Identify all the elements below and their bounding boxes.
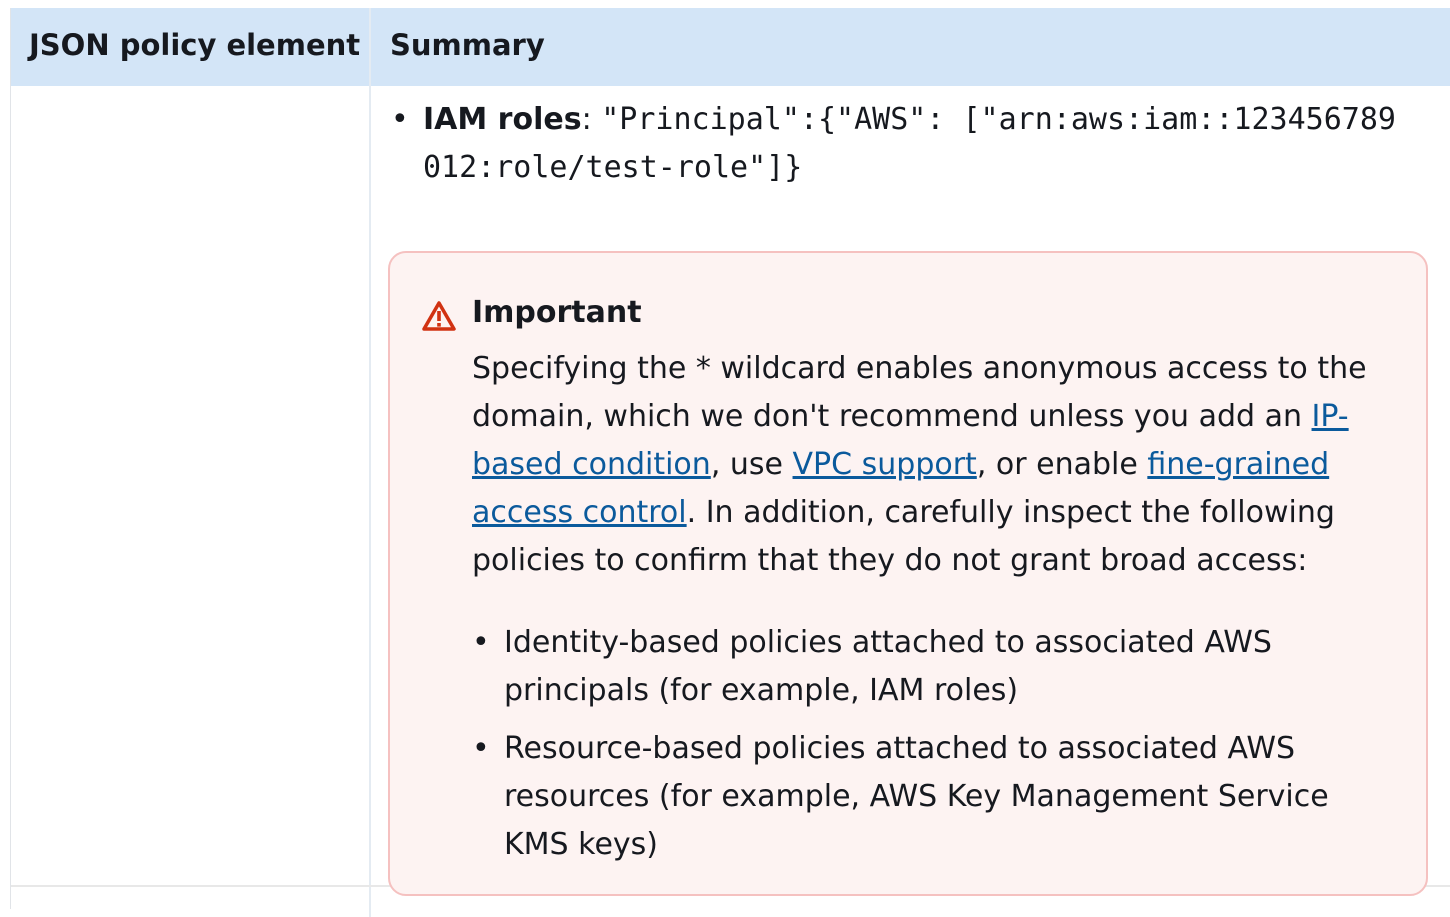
alert-text-3: , or enable bbox=[976, 447, 1148, 482]
column-divider bbox=[369, 8, 371, 917]
bullet-label: IAM roles bbox=[423, 102, 582, 137]
table-header: JSON policy element Summary bbox=[11, 8, 1450, 86]
list-item: • Resource-based policies attached to ass… bbox=[472, 725, 1402, 869]
alert-body: Specifying the * wildcard enables anonym… bbox=[472, 345, 1402, 585]
vpc-support-link[interactable]: VPC support bbox=[793, 447, 977, 482]
alert-title: Important bbox=[472, 295, 642, 330]
list-item: • Identity-based policies attached to ass… bbox=[472, 619, 1402, 715]
policy-list: • Identity-based policies attached to ass… bbox=[472, 619, 1402, 879]
list-item-text: Resource-based policies attached to asso… bbox=[504, 731, 1329, 862]
bullet-icon: • bbox=[472, 731, 490, 766]
header-json-policy-element: JSON policy element bbox=[29, 28, 361, 62]
bullet-separator: : bbox=[581, 102, 602, 137]
bullet-icon: • bbox=[391, 102, 409, 137]
list-item-text: Identity-based policies attached to asso… bbox=[504, 625, 1272, 708]
alert-text-1: Specifying the * wildcard enables anonym… bbox=[472, 351, 1367, 434]
alert-text-2: , use bbox=[710, 447, 793, 482]
warning-triangle-icon bbox=[422, 301, 456, 331]
header-summary: Summary bbox=[390, 28, 545, 62]
important-alert: Important Specifying the * wildcard enab… bbox=[388, 251, 1428, 896]
bullet-content: IAM roles: "Principal":{"AWS": ["arn:aws… bbox=[423, 96, 1413, 192]
bullet-icon: • bbox=[472, 625, 490, 660]
policy-table: JSON policy element Summary • IAM roles:… bbox=[10, 8, 1450, 917]
